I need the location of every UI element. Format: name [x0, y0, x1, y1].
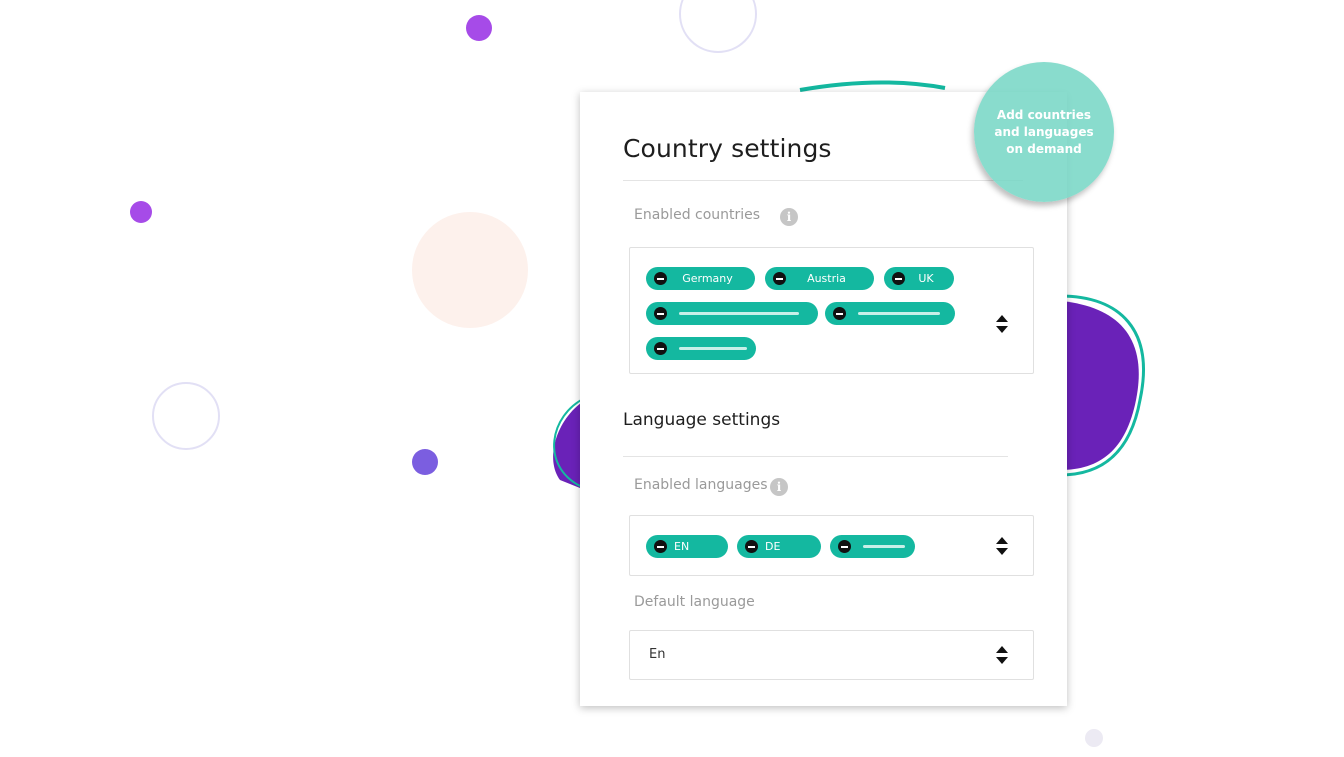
sort-arrows-icon[interactable] — [996, 315, 1008, 333]
country-chip-placeholder[interactable] — [646, 337, 756, 360]
placeholder-line — [679, 347, 747, 350]
country-chip[interactable]: Austria — [765, 267, 874, 290]
divider — [623, 456, 1008, 457]
minus-circle-icon[interactable] — [838, 540, 851, 553]
violet-dot — [412, 449, 438, 475]
country-chip-placeholder[interactable] — [646, 302, 818, 325]
countries-multiselect[interactable]: Germany Austria UK — [629, 247, 1034, 374]
purple-dot — [466, 15, 492, 41]
minus-circle-icon[interactable] — [833, 307, 846, 320]
page-title: Country settings — [623, 134, 832, 163]
info-icon[interactable]: i — [770, 478, 788, 496]
teal-arc-top — [799, 80, 946, 92]
country-settings-card: Country settings Enabled countries i Ger… — [580, 92, 1067, 706]
language-chip[interactable]: DE — [737, 535, 821, 558]
minus-circle-icon[interactable] — [654, 342, 667, 355]
language-settings-heading: Language settings — [623, 410, 781, 430]
languages-multiselect[interactable]: EN DE — [629, 515, 1034, 576]
enabled-countries-label: Enabled countries — [634, 207, 761, 223]
enabled-languages-label: Enabled languages — [634, 477, 768, 493]
default-language-select[interactable]: En — [629, 630, 1034, 680]
minus-circle-icon[interactable] — [654, 307, 667, 320]
callout-text: Add countries and languages on demand — [994, 107, 1094, 156]
feature-callout-bubble: Add countries and languages on demand — [974, 62, 1114, 202]
outline-ring — [152, 382, 220, 450]
language-chip[interactable]: EN — [646, 535, 728, 558]
default-language-label: Default language — [634, 594, 755, 610]
sort-arrows-icon[interactable] — [996, 537, 1008, 555]
placeholder-line — [858, 312, 940, 315]
info-icon[interactable]: i — [780, 208, 798, 226]
divider — [623, 180, 1023, 181]
grey-dot — [1085, 729, 1103, 747]
purple-dot — [130, 201, 152, 223]
peach-glow — [412, 212, 528, 328]
country-chip[interactable]: Germany — [646, 267, 755, 290]
placeholder-line — [863, 545, 905, 548]
language-chip-placeholder[interactable] — [830, 535, 915, 558]
default-language-value: En — [649, 647, 666, 662]
country-chip-placeholder[interactable] — [825, 302, 955, 325]
country-chip[interactable]: UK — [884, 267, 954, 290]
placeholder-line — [679, 312, 799, 315]
sort-arrows-icon[interactable] — [996, 646, 1008, 664]
outline-ring — [679, 0, 757, 53]
